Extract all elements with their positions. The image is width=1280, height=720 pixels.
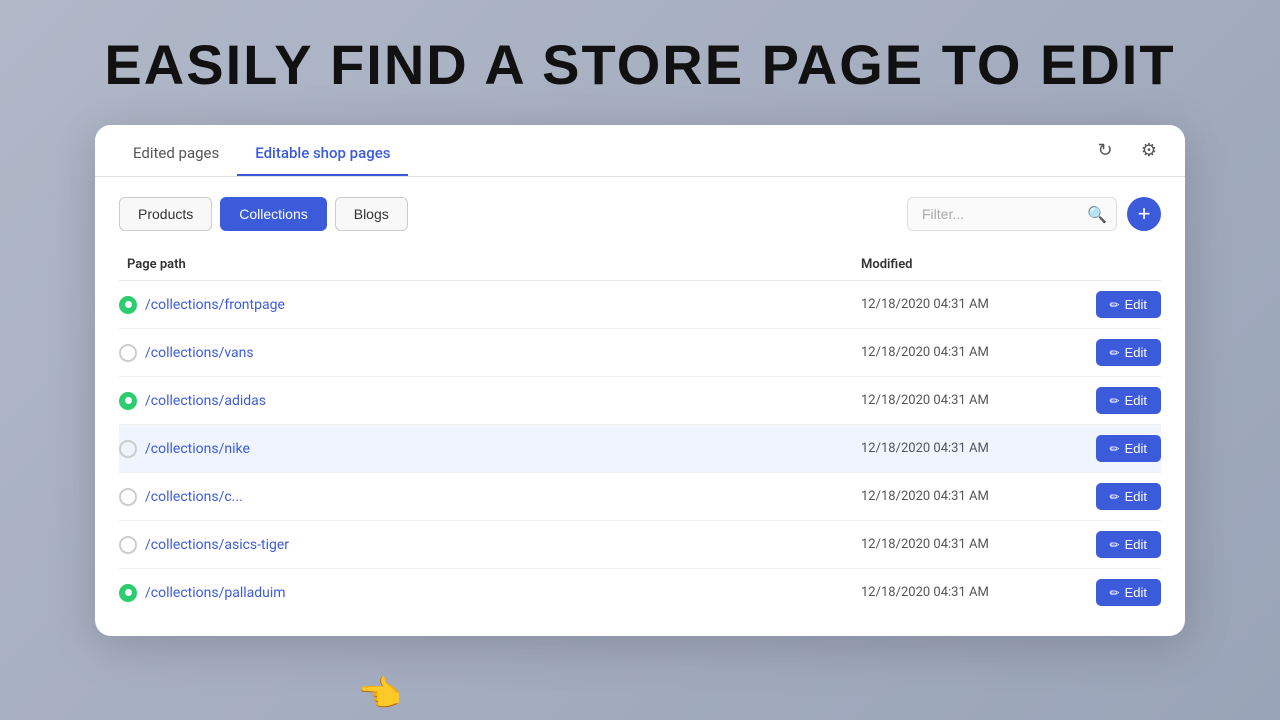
table-row: /collections/c... 12/18/2020 04:31 AM ✏ …: [119, 473, 1161, 521]
table-row: /collections/vans 12/18/2020 04:31 AM ✏ …: [119, 329, 1161, 377]
table-row: /collections/palladuim 12/18/2020 04:31 …: [119, 569, 1161, 616]
content-area: Products Collections Blogs 🔍 + Page path…: [95, 177, 1185, 636]
table-header: Page path Modified: [119, 251, 1161, 281]
tab-bar: Edited pages Editable shop pages ↻ ⚙: [95, 125, 1185, 177]
products-button[interactable]: Products: [119, 197, 212, 231]
search-icon: 🔍: [1087, 205, 1107, 224]
edit-button-0[interactable]: ✏ Edit: [1096, 291, 1161, 318]
edit-button-3[interactable]: ✏ Edit: [1096, 435, 1161, 462]
table-row: /collections/adidas 12/18/2020 04:31 AM …: [119, 377, 1161, 425]
table-row: /collections/nike 12/18/2020 04:31 AM ✏ …: [119, 425, 1161, 473]
row-modified-3: 12/18/2020 04:31 AM: [861, 441, 1061, 456]
blogs-button[interactable]: Blogs: [335, 197, 408, 231]
tab-edited-pages[interactable]: Edited pages: [115, 144, 237, 176]
row-modified-0: 12/18/2020 04:31 AM: [861, 297, 1061, 312]
row-action-4: ✏ Edit: [1061, 483, 1161, 510]
filter-input-wrap: 🔍: [907, 197, 1117, 231]
cursor-icon: 👈: [357, 673, 402, 715]
tabs-left: Edited pages Editable shop pages: [115, 125, 408, 176]
radio-4[interactable]: [119, 488, 137, 506]
path-text-4: /collections/c...: [145, 489, 243, 505]
app-window: Edited pages Editable shop pages ↻ ⚙ Pro…: [95, 125, 1185, 636]
edit-button-6[interactable]: ✏ Edit: [1096, 579, 1161, 606]
edit-pencil-icon-4: ✏: [1110, 490, 1120, 504]
row-path-2: /collections/adidas: [119, 392, 861, 410]
table-body: /collections/frontpage 12/18/2020 04:31 …: [119, 281, 1161, 616]
row-action-2: ✏ Edit: [1061, 387, 1161, 414]
edit-pencil-icon-0: ✏: [1110, 298, 1120, 312]
radio-2[interactable]: [119, 392, 137, 410]
edit-pencil-icon-1: ✏: [1110, 346, 1120, 360]
edit-pencil-icon-3: ✏: [1110, 442, 1120, 456]
row-action-3: ✏ Edit: [1061, 435, 1161, 462]
radio-0[interactable]: [119, 296, 137, 314]
radio-1[interactable]: [119, 344, 137, 362]
row-path-4: /collections/c...: [119, 488, 861, 506]
hero-title-text: EASILY FIND A STORE PAGE TO EDIT: [104, 32, 1175, 97]
table-row: /collections/frontpage 12/18/2020 04:31 …: [119, 281, 1161, 329]
settings-icon[interactable]: ⚙: [1133, 135, 1165, 167]
path-text-1: /collections/vans: [145, 345, 254, 361]
row-modified-1: 12/18/2020 04:31 AM: [861, 345, 1061, 360]
row-action-5: ✏ Edit: [1061, 531, 1161, 558]
header-page-path: Page path: [119, 257, 861, 272]
tab-editable-shop-pages[interactable]: Editable shop pages: [237, 144, 408, 176]
path-text-6: /collections/palladuim: [145, 585, 286, 601]
filter-right: 🔍 +: [907, 197, 1161, 231]
radio-5[interactable]: [119, 536, 137, 554]
path-text-0: /collections/frontpage: [145, 297, 285, 313]
filter-row: Products Collections Blogs 🔍 +: [119, 197, 1161, 231]
edit-button-5[interactable]: ✏ Edit: [1096, 531, 1161, 558]
row-path-6: /collections/palladuim: [119, 584, 861, 602]
edit-button-4[interactable]: ✏ Edit: [1096, 483, 1161, 510]
edit-pencil-icon-6: ✏: [1110, 586, 1120, 600]
edit-button-2[interactable]: ✏ Edit: [1096, 387, 1161, 414]
edit-pencil-icon-2: ✏: [1110, 394, 1120, 408]
radio-6[interactable]: [119, 584, 137, 602]
row-modified-2: 12/18/2020 04:31 AM: [861, 393, 1061, 408]
refresh-icon[interactable]: ↻: [1089, 135, 1121, 167]
row-path-5: /collections/asics-tiger: [119, 536, 861, 554]
edit-pencil-icon-5: ✏: [1110, 538, 1120, 552]
table-row: /collections/asics-tiger 12/18/2020 04:3…: [119, 521, 1161, 569]
path-text-2: /collections/adidas: [145, 393, 266, 409]
path-text-3: /collections/nike: [145, 441, 250, 457]
row-modified-5: 12/18/2020 04:31 AM: [861, 537, 1061, 552]
tab-icons: ↻ ⚙: [1089, 135, 1165, 167]
row-action-6: ✏ Edit: [1061, 579, 1161, 606]
row-action-1: ✏ Edit: [1061, 339, 1161, 366]
row-modified-6: 12/18/2020 04:31 AM: [861, 585, 1061, 600]
category-btn-group: Products Collections Blogs: [119, 197, 408, 231]
row-modified-4: 12/18/2020 04:31 AM: [861, 489, 1061, 504]
filter-input[interactable]: [907, 197, 1117, 231]
add-button[interactable]: +: [1127, 197, 1161, 231]
collections-button[interactable]: Collections: [220, 197, 326, 231]
row-path-0: /collections/frontpage: [119, 296, 861, 314]
edit-button-1[interactable]: ✏ Edit: [1096, 339, 1161, 366]
header-action: [1061, 257, 1161, 272]
path-text-5: /collections/asics-tiger: [145, 537, 289, 553]
header-modified: Modified: [861, 257, 1061, 272]
radio-3[interactable]: [119, 440, 137, 458]
row-path-1: /collections/vans: [119, 344, 861, 362]
row-action-0: ✏ Edit: [1061, 291, 1161, 318]
row-path-3: /collections/nike: [119, 440, 861, 458]
